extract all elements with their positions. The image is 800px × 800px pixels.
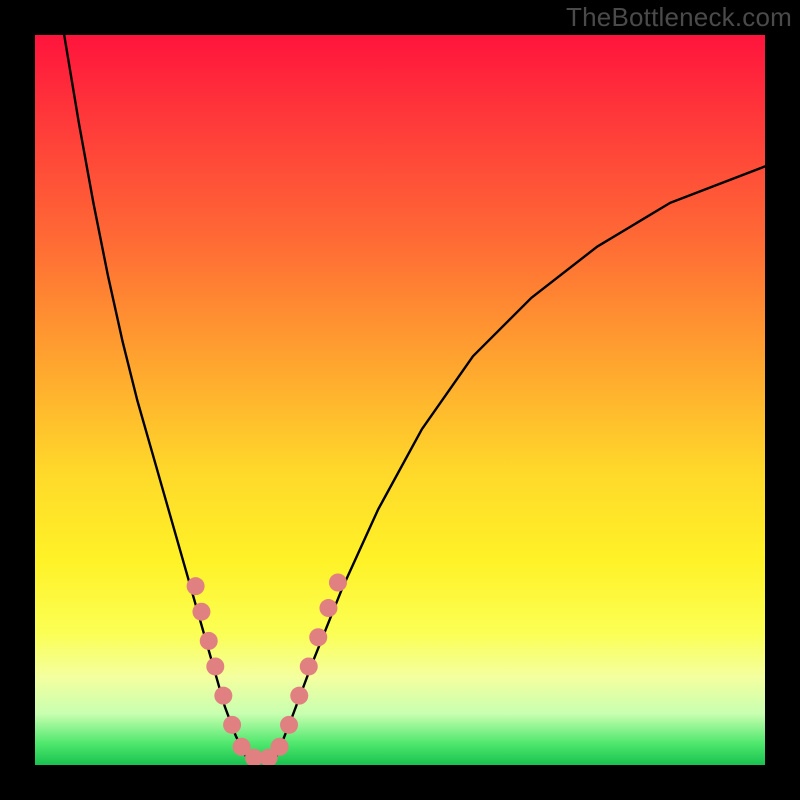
marker-dot: [206, 657, 224, 675]
marker-dot: [214, 687, 232, 705]
watermark-text: TheBottleneck.com: [566, 2, 792, 33]
marker-dot: [309, 628, 327, 646]
marker-dot: [187, 577, 205, 595]
marker-dot: [290, 687, 308, 705]
marker-dot: [319, 599, 337, 617]
marker-dot: [223, 716, 241, 734]
marker-dot: [329, 574, 347, 592]
chart-frame: TheBottleneck.com: [0, 0, 800, 800]
marker-dot: [271, 738, 289, 756]
curve-overlay: [35, 35, 765, 765]
curve-right-curve: [276, 166, 765, 757]
marker-dot: [300, 657, 318, 675]
marker-dot: [280, 716, 298, 734]
marker-dot: [200, 632, 218, 650]
curve-left-curve: [64, 35, 247, 758]
marker-dot: [192, 603, 210, 621]
plot-area: [35, 35, 765, 765]
